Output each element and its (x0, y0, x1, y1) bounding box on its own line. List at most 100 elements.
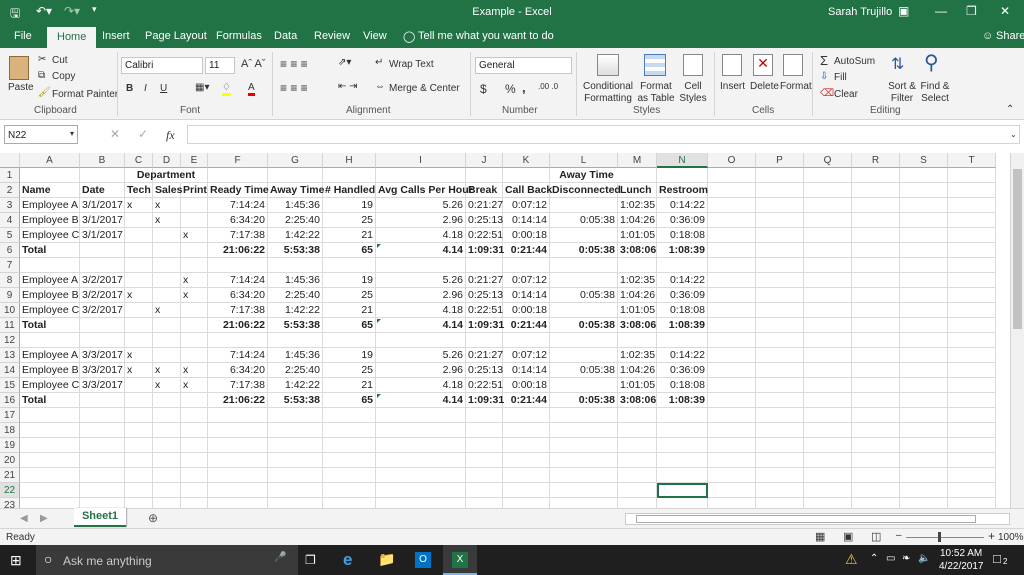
cell-B10[interactable]: 3/2/2017 (80, 303, 125, 318)
cell-F20[interactable] (208, 453, 268, 468)
cell-M3[interactable]: 1:02:35 (618, 198, 657, 213)
cell-Q13[interactable] (804, 348, 852, 363)
cell-O17[interactable] (708, 408, 756, 423)
cell-L11[interactable]: 0:05:38 (550, 318, 618, 333)
cell-J21[interactable] (466, 468, 503, 483)
page-layout-view-icon[interactable]: ▣ (843, 530, 853, 543)
cell-N23[interactable] (657, 498, 708, 508)
cell-P15[interactable] (756, 378, 804, 393)
wifi-icon[interactable]: ❧ (902, 553, 910, 564)
cell-I6[interactable]: 4.14 (376, 243, 466, 258)
cell-T18[interactable] (948, 423, 996, 438)
new-sheet-button[interactable]: ⊕ (148, 511, 158, 525)
cell-D10[interactable]: x (153, 303, 181, 318)
cell-B18[interactable] (80, 423, 125, 438)
horizontal-scrollbar[interactable] (625, 513, 1010, 525)
show-hidden-icons[interactable]: ⌃ (870, 553, 878, 564)
cell-B23[interactable] (80, 498, 125, 508)
cell-Q18[interactable] (804, 423, 852, 438)
cell-I19[interactable] (376, 438, 466, 453)
cell-L19[interactable] (550, 438, 618, 453)
cell-A13[interactable]: Employee A (20, 348, 80, 363)
cell-K16[interactable]: 0:21:44 (503, 393, 550, 408)
cell-Q2[interactable] (804, 183, 852, 198)
cell-L16[interactable]: 0:05:38 (550, 393, 618, 408)
cell-T5[interactable] (948, 228, 996, 243)
cell-S15[interactable] (900, 378, 948, 393)
cell-H14[interactable]: 25 (323, 363, 376, 378)
cell-H22[interactable] (323, 483, 376, 498)
cell-M12[interactable] (618, 333, 657, 348)
cell-O18[interactable] (708, 423, 756, 438)
cell-S4[interactable] (900, 213, 948, 228)
cell-E2[interactable]: Print (181, 183, 208, 198)
cell-O20[interactable] (708, 453, 756, 468)
cell-F22[interactable] (208, 483, 268, 498)
cell-L3[interactable] (550, 198, 618, 213)
warning-tray-icon[interactable]: ⚠ (845, 551, 858, 568)
conditional-formatting-button[interactable]: Conditional Formatting (582, 81, 634, 105)
cell-K3[interactable]: 0:07:12 (503, 198, 550, 213)
cell-B6[interactable] (80, 243, 125, 258)
cell-P21[interactable] (756, 468, 804, 483)
cell-P22[interactable] (756, 483, 804, 498)
row-header-5[interactable]: 5 (0, 228, 20, 243)
column-header-D[interactable]: D (153, 153, 181, 168)
tab-review[interactable]: Review (314, 30, 350, 42)
cell-M23[interactable] (618, 498, 657, 508)
cell-K12[interactable] (503, 333, 550, 348)
cell-K21[interactable] (503, 468, 550, 483)
cell-S23[interactable] (900, 498, 948, 508)
cell-T7[interactable] (948, 258, 996, 273)
font-size-select[interactable]: 11 (205, 57, 235, 74)
cell-T8[interactable] (948, 273, 996, 288)
row-header-6[interactable]: 6 (0, 243, 20, 258)
cell-G23[interactable] (268, 498, 323, 508)
cell-D22[interactable] (153, 483, 181, 498)
cell-D21[interactable] (153, 468, 181, 483)
zoom-in-button[interactable]: + (988, 529, 995, 543)
column-header-A[interactable]: A (20, 153, 80, 168)
cell-N4[interactable]: 0:36:09 (657, 213, 708, 228)
cell-S6[interactable] (900, 243, 948, 258)
row-header-18[interactable]: 18 (0, 423, 20, 438)
cell-G13[interactable]: 1:45:36 (268, 348, 323, 363)
cell-T22[interactable] (948, 483, 996, 498)
cell-L15[interactable] (550, 378, 618, 393)
cell-L12[interactable] (550, 333, 618, 348)
cell-G3[interactable]: 1:45:36 (268, 198, 323, 213)
cell-H19[interactable] (323, 438, 376, 453)
cell-A11[interactable]: Total (20, 318, 80, 333)
cell-L10[interactable] (550, 303, 618, 318)
cell-H1[interactable] (323, 168, 376, 183)
cell-T19[interactable] (948, 438, 996, 453)
edge-icon[interactable]: e (343, 550, 352, 570)
cell-R11[interactable] (852, 318, 900, 333)
underline-button[interactable]: U (160, 83, 167, 94)
cell-S2[interactable] (900, 183, 948, 198)
cell-H13[interactable]: 19 (323, 348, 376, 363)
action-center-icon[interactable]: □ (993, 551, 1001, 566)
autosum-button[interactable]: AutoSum (834, 56, 875, 67)
tab-formulas[interactable]: Formulas (216, 30, 262, 42)
cell-S12[interactable] (900, 333, 948, 348)
cell-O2[interactable] (708, 183, 756, 198)
cell-G7[interactable] (268, 258, 323, 273)
paste-button[interactable]: Paste (8, 82, 34, 93)
tab-home[interactable]: Home (47, 27, 97, 48)
cell-J16[interactable]: 1:09:31 (466, 393, 504, 408)
cell-A20[interactable] (20, 453, 80, 468)
cell-I20[interactable] (376, 453, 466, 468)
cell-P2[interactable] (756, 183, 804, 198)
cell-A4[interactable]: Employee B (20, 213, 80, 228)
task-view-icon[interactable]: ❐ (305, 553, 316, 567)
cell-O14[interactable] (708, 363, 756, 378)
prev-sheet-icon[interactable]: ◀ (20, 513, 28, 524)
cell-D9[interactable] (153, 288, 181, 303)
cell-D8[interactable] (153, 273, 181, 288)
name-box-dropdown-icon[interactable]: ▾ (70, 129, 74, 138)
cell-F9[interactable]: 6:34:20 (208, 288, 268, 303)
windows-start-icon[interactable]: ⊞ (10, 552, 22, 569)
vertical-scrollbar[interactable] (1010, 153, 1024, 508)
row-header-3[interactable]: 3 (0, 198, 20, 213)
